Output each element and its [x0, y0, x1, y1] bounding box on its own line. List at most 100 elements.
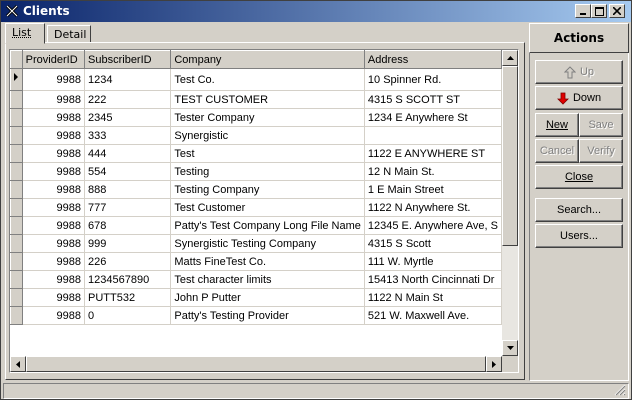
up-button[interactable]: Up [535, 60, 623, 84]
row-indicator[interactable] [10, 252, 23, 271]
table-row[interactable]: 9988 0 Patty's Testing Provider 521 W. Maxw… [10, 306, 502, 325]
cell-company[interactable]: Test Co. [170, 68, 365, 91]
cell-company[interactable]: Synergistic [170, 126, 365, 145]
cell-company[interactable]: TEST CUSTOMER [170, 90, 365, 109]
row-indicator[interactable] [10, 68, 23, 91]
row-indicator[interactable] [10, 198, 23, 217]
cell-address[interactable]: 15413 North Cincinnati Dr [364, 270, 502, 289]
cell-address[interactable]: 521 W. Maxwell Ave. [364, 306, 502, 325]
table-row[interactable]: 9988 333 Synergistic [10, 126, 502, 145]
row-indicator[interactable] [10, 216, 23, 235]
cell-subscriberid[interactable]: 554 [84, 162, 172, 181]
cell-providerid[interactable]: 9988 [22, 126, 86, 145]
cell-address[interactable] [364, 126, 502, 145]
tab-list[interactable]: List [5, 23, 45, 44]
scroll-up-button[interactable] [502, 50, 518, 66]
row-indicator[interactable] [10, 144, 23, 163]
column-header-subscriberid[interactable]: SubscriberID [84, 50, 172, 69]
cell-address[interactable]: 12 N Main St. [364, 162, 502, 181]
cell-subscriberid[interactable]: 777 [84, 198, 172, 217]
row-indicator[interactable] [10, 90, 23, 109]
table-row[interactable]: 9988 1234 Test Co. 10 Spinner Rd. [10, 68, 502, 91]
cell-subscriberid[interactable]: 999 [84, 234, 172, 253]
cell-subscriberid[interactable]: 888 [84, 180, 172, 199]
table-row[interactable]: 9988 678 Patty's Test Company Long File Na… [10, 216, 502, 235]
row-indicator[interactable] [10, 234, 23, 253]
cell-subscriberid[interactable]: 1234 [84, 68, 172, 91]
cell-providerid[interactable]: 9988 [22, 306, 86, 325]
cell-providerid[interactable]: 9988 [22, 198, 86, 217]
cell-address[interactable]: 111 W. Myrtle [364, 252, 502, 271]
maximize-button[interactable] [591, 4, 607, 18]
row-indicator[interactable] [10, 126, 23, 145]
cell-providerid[interactable]: 9988 [22, 90, 86, 109]
cell-subscriberid[interactable]: 226 [84, 252, 172, 271]
horizontal-scrollbar[interactable] [10, 356, 502, 372]
table-row[interactable]: 9988 888 Testing Company 1 E Main Street [10, 180, 502, 199]
down-button[interactable]: Down [535, 86, 623, 110]
table-row[interactable]: 9988 222 TEST CUSTOMER 4315 S SCOTT ST [10, 90, 502, 109]
row-indicator[interactable] [10, 180, 23, 199]
vertical-scrollbar[interactable] [502, 50, 518, 356]
cell-subscriberid[interactable]: 333 [84, 126, 172, 145]
scroll-right-button[interactable] [486, 356, 502, 372]
cell-providerid[interactable]: 9988 [22, 162, 86, 181]
cell-company[interactable]: Test character limits [170, 270, 365, 289]
cell-company[interactable]: Patty's Testing Provider [170, 306, 365, 325]
cell-address[interactable]: 10 Spinner Rd. [364, 68, 502, 91]
scroll-left-button[interactable] [10, 356, 26, 372]
cancel-button[interactable]: Cancel [535, 139, 579, 163]
resize-grip-icon[interactable] [614, 384, 626, 396]
cell-address[interactable]: 1122 N Main St [364, 288, 502, 307]
table-row[interactable]: 9988 226 Matts FineTest Co. 111 W. Myrtle [10, 252, 502, 271]
row-indicator[interactable] [10, 108, 23, 127]
column-header-providerid[interactable]: ProviderID [21, 50, 86, 69]
cell-providerid[interactable]: 9988 [22, 252, 86, 271]
table-row[interactable]: 9988 554 Testing 12 N Main St. [10, 162, 502, 181]
cell-subscriberid[interactable]: 678 [84, 216, 172, 235]
cell-providerid[interactable]: 9988 [22, 68, 86, 91]
horizontal-scroll-thumb[interactable] [26, 356, 486, 372]
row-indicator[interactable] [10, 306, 23, 325]
tab-detail[interactable]: Detail [47, 25, 91, 43]
cell-providerid[interactable]: 9988 [22, 216, 86, 235]
users-button[interactable]: Users... [535, 224, 623, 248]
cell-subscriberid[interactable]: 2345 [84, 108, 172, 127]
cell-address[interactable]: 1122 E ANYWHERE ST [364, 144, 502, 163]
table-row[interactable]: 9988 999 Synergistic Testing Company 4315 S… [10, 234, 502, 253]
cell-company[interactable]: Patty's Test Company Long File Name [170, 216, 365, 235]
row-indicator[interactable] [10, 270, 23, 289]
cell-providerid[interactable]: 9988 [22, 270, 86, 289]
row-indicator[interactable] [10, 162, 23, 181]
cell-subscriberid[interactable]: 444 [84, 144, 172, 163]
cell-subscriberid[interactable]: 222 [84, 90, 172, 109]
cell-company[interactable]: Testing [170, 162, 365, 181]
cell-company[interactable]: John P Putter [170, 288, 365, 307]
close-button[interactable]: Close [535, 165, 623, 189]
cell-address[interactable]: 1 E Main Street [364, 180, 502, 199]
vertical-scroll-thumb[interactable] [502, 66, 518, 246]
cell-providerid[interactable]: 9988 [22, 234, 86, 253]
cell-providerid[interactable]: 9988 [22, 144, 86, 163]
verify-button[interactable]: Verify [579, 139, 623, 163]
row-indicator[interactable] [10, 288, 23, 307]
cell-company[interactable]: Test Customer [170, 198, 365, 217]
cell-address[interactable]: 12345 E. Anywhere Ave, S [364, 216, 502, 235]
column-header-company[interactable]: Company [170, 50, 365, 69]
table-row[interactable]: 9988 1234567890 Test character limits 15413… [10, 270, 502, 289]
cell-address[interactable]: 4315 S SCOTT ST [364, 90, 502, 109]
cell-providerid[interactable]: 9988 [22, 288, 86, 307]
table-row[interactable]: 9988 444 Test 1122 E ANYWHERE ST [10, 144, 502, 163]
save-button[interactable]: Save [579, 113, 623, 137]
cell-address[interactable]: 4315 S Scott [364, 234, 502, 253]
cell-address[interactable]: 1234 E Anywhere St [364, 108, 502, 127]
cell-subscriberid[interactable]: 1234567890 [84, 270, 172, 289]
cell-providerid[interactable]: 9988 [22, 108, 86, 127]
cell-subscriberid[interactable]: PUTT532 [84, 288, 172, 307]
clients-grid[interactable]: ProviderID SubscriberID Company Address … [9, 49, 519, 373]
cell-company[interactable]: Matts FineTest Co. [170, 252, 365, 271]
cell-company[interactable]: Testing Company [170, 180, 365, 199]
cell-subscriberid[interactable]: 0 [84, 306, 172, 325]
new-button[interactable]: New [535, 113, 579, 137]
close-window-button[interactable] [609, 4, 625, 18]
